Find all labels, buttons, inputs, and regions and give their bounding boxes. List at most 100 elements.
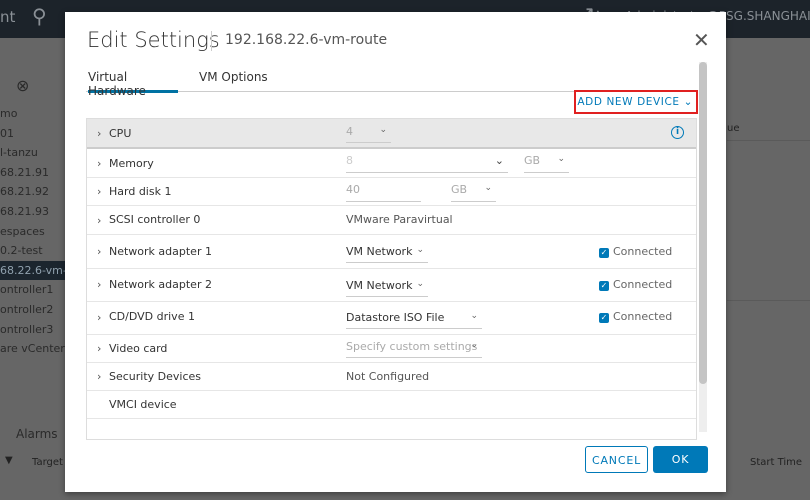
start-time-column-header[interactable]: Start Time xyxy=(750,457,802,468)
title-separator xyxy=(211,31,212,51)
chevron-right-icon[interactable]: › xyxy=(97,370,101,383)
chevron-down-icon: ⌄ xyxy=(416,279,424,289)
row-cd-dvd[interactable]: › CD/DVD drive 1 Datastore ISO File ⌄ ✓ Co… xyxy=(87,302,696,335)
chevron-right-icon[interactable]: › xyxy=(97,245,101,258)
connected-checkbox[interactable]: ✓ Connected xyxy=(599,310,672,323)
chevron-right-icon[interactable]: › xyxy=(97,157,101,170)
tree-item[interactable]: ontroller1 xyxy=(0,280,65,299)
scrollbar-thumb[interactable] xyxy=(699,62,707,384)
network-select[interactable]: VM Network ⌄ xyxy=(346,279,428,297)
checkbox-checked-icon[interactable]: ✓ xyxy=(599,313,609,323)
connected-checkbox[interactable]: ✓ Connected xyxy=(599,245,672,258)
row-label: Hard disk 1 xyxy=(109,185,172,198)
row-network-adapter-2[interactable]: › Network adapter 2 VM Network ⌄ ✓ Connect… xyxy=(87,269,696,302)
disk-unit: GB xyxy=(451,183,468,196)
row-label: Network adapter 2 xyxy=(109,278,212,291)
tree-item[interactable]: ontroller3 xyxy=(0,320,65,339)
chevron-down-icon: ⌄ xyxy=(494,154,504,167)
tree-item[interactable]: 68.21.92 xyxy=(0,182,65,201)
app-brand: nt xyxy=(0,8,16,26)
tree-item[interactable]: 68.22.6-vm-route xyxy=(0,260,65,280)
connected-label: Connected xyxy=(613,245,673,258)
row-label: Video card xyxy=(109,342,168,355)
chevron-right-icon[interactable]: › xyxy=(97,127,101,140)
filter-icon[interactable]: ▼ xyxy=(5,455,13,466)
chevron-right-icon[interactable]: › xyxy=(97,214,101,227)
tree-item[interactable]: 01 xyxy=(0,124,65,143)
tree-item[interactable]: 0.2-test xyxy=(0,241,65,260)
hardware-table: › CPU 4 ⌄ i › Memory 8 ⌄ GB ⌄ › Hard disk 1… xyxy=(86,118,697,440)
disk-size-input[interactable]: 40 xyxy=(346,183,421,202)
info-icon[interactable]: i xyxy=(671,126,684,139)
tree-item[interactable]: espaces xyxy=(0,222,65,241)
chevron-down-icon: ⌄ xyxy=(379,125,387,135)
edit-settings-dialog: Edit Settings 192.168.22.6-vm-route ✕ Vi… xyxy=(65,12,726,492)
scrollbar[interactable] xyxy=(699,62,707,432)
cancel-button[interactable]: CANCEL xyxy=(585,446,648,473)
chevron-down-icon: ⌄ xyxy=(557,154,565,164)
target-column-header[interactable]: Target xyxy=(32,457,63,468)
video-card-value: Specify custom settings xyxy=(346,340,478,353)
alarms-tab[interactable]: Alarms xyxy=(16,427,58,441)
dialog-title: Edit Settings xyxy=(87,28,220,52)
divider xyxy=(727,300,810,301)
network-value: VM Network xyxy=(346,245,413,258)
row-label: Memory xyxy=(109,157,154,170)
memory-unit-select[interactable]: GB ⌄ xyxy=(524,154,569,173)
row-network-adapter-1[interactable]: › Network adapter 1 VM Network ⌄ ✓ Connect… xyxy=(87,235,696,269)
cpu-value: 4 xyxy=(346,125,353,138)
row-video-card[interactable]: › Video card Specify custom settings ⌄ xyxy=(87,335,696,363)
close-icon[interactable]: ✕ xyxy=(693,28,710,52)
disk-unit-select[interactable]: GB ⌄ xyxy=(451,183,496,202)
chevron-down-icon: ⌄ xyxy=(470,340,478,350)
video-card-select[interactable]: Specify custom settings ⌄ xyxy=(346,340,482,358)
tree-item[interactable]: ontroller2 xyxy=(0,300,65,319)
chevron-right-icon[interactable]: › xyxy=(97,185,101,198)
row-label: Network adapter 1 xyxy=(109,245,212,258)
cd-source-select[interactable]: Datastore ISO File ⌄ xyxy=(346,311,482,329)
row-cpu[interactable]: › CPU 4 ⌄ i xyxy=(87,119,696,149)
network-value: VM Network xyxy=(346,279,413,292)
row-label: SCSI controller 0 xyxy=(109,213,201,226)
chevron-down-icon: ⌄ xyxy=(470,311,478,321)
scsi-value: VMware Paravirtual xyxy=(346,213,453,226)
connected-checkbox[interactable]: ✓ Connected xyxy=(599,278,672,291)
divider xyxy=(727,140,810,141)
tab-virtual-hardware[interactable]: Virtual Hardware xyxy=(88,70,178,98)
chevron-down-icon: ⌄ xyxy=(484,183,492,193)
checkbox-checked-icon[interactable]: ✓ xyxy=(599,248,609,258)
memory-input[interactable]: 8 ⌄ xyxy=(346,154,508,173)
chevron-down-icon: ⌄ xyxy=(416,245,424,255)
connected-label: Connected xyxy=(613,278,673,291)
tree-item[interactable]: mo xyxy=(0,104,65,123)
checkbox-checked-icon[interactable]: ✓ xyxy=(599,281,609,291)
add-new-device-button[interactable]: ADD NEW DEVICE ⌄ xyxy=(574,90,698,114)
memory-unit: GB xyxy=(524,154,541,167)
search-icon[interactable]: ⚲ xyxy=(32,4,47,28)
row-label: CPU xyxy=(109,127,132,140)
tab-vm-options[interactable]: VM Options xyxy=(199,70,268,92)
tree-item[interactable]: are vCenter S xyxy=(0,339,65,358)
vm-name: 192.168.22.6-vm-route xyxy=(225,32,388,48)
row-security-devices[interactable]: › Security Devices Not Configured xyxy=(87,363,696,391)
cpu-select[interactable]: 4 ⌄ xyxy=(346,125,391,143)
ok-button[interactable]: OK xyxy=(653,446,708,473)
row-label: Security Devices xyxy=(109,370,202,383)
tree-item[interactable]: 68.21.91 xyxy=(0,163,65,182)
chevron-right-icon[interactable]: › xyxy=(97,278,101,291)
tree-item[interactable]: l-tanzu xyxy=(0,143,65,162)
memory-value: 8 xyxy=(346,154,353,167)
network-select[interactable]: VM Network ⌄ xyxy=(346,245,428,263)
cd-source-value: Datastore ISO File xyxy=(346,311,445,324)
tree-item[interactable]: 68.21.93 xyxy=(0,202,65,221)
security-value: Not Configured xyxy=(346,370,430,383)
chevron-right-icon[interactable]: › xyxy=(97,311,101,324)
chevron-right-icon[interactable]: › xyxy=(97,342,101,355)
row-memory[interactable]: › Memory 8 ⌄ GB ⌄ xyxy=(87,149,696,178)
row-label: CD/DVD drive 1 xyxy=(109,310,195,323)
value-column-header: ue xyxy=(727,123,740,134)
row-hard-disk[interactable]: › Hard disk 1 40 GB ⌄ xyxy=(87,178,696,206)
vm-icon: ⊗ xyxy=(16,76,30,95)
row-vmci: VMCI device xyxy=(87,391,696,419)
row-scsi[interactable]: › SCSI controller 0 VMware Paravirtual xyxy=(87,206,696,235)
